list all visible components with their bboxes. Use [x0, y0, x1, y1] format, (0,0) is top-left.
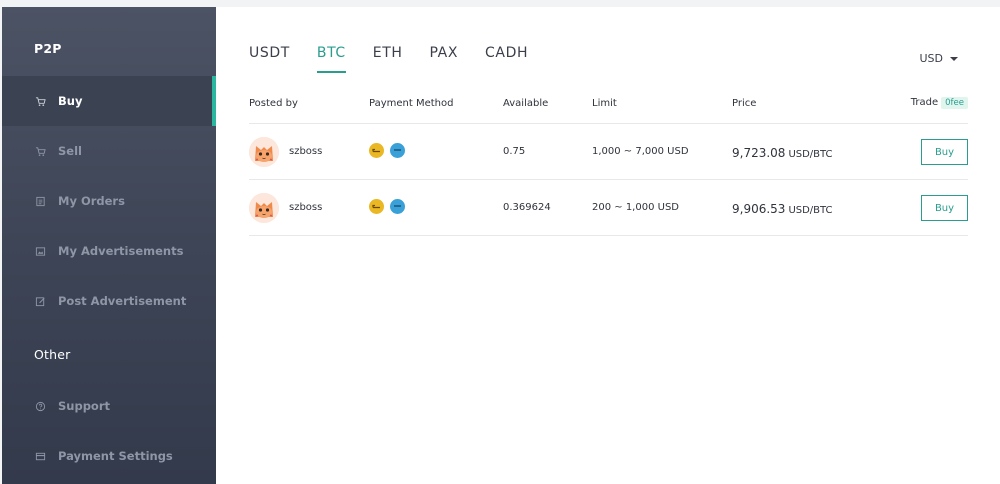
price-value: 9,723.08 — [732, 146, 786, 160]
document-icon — [34, 195, 46, 207]
price: 9,906.53 USD/BTC — [732, 202, 833, 216]
header-payment-method: Payment Method — [369, 98, 454, 109]
edit-icon — [34, 295, 46, 307]
sidebar-item-label: Support — [58, 399, 111, 413]
header-available: Available — [503, 98, 549, 109]
header-trade-label: Trade — [910, 97, 939, 108]
sidebar-item-label: Buy — [58, 94, 83, 108]
bank-transfer-icon — [369, 143, 384, 158]
sidebar-item-post-advertisement[interactable]: Post Advertisement — [2, 276, 216, 326]
limit-range: 200 ~ 1,000 USD — [592, 202, 679, 213]
sidebar-item-my-advertisements[interactable]: My Advertisements — [2, 226, 216, 276]
currency-select[interactable]: USD — [919, 52, 958, 65]
tab-usdt[interactable]: USDT — [249, 45, 290, 73]
payment-methods — [369, 143, 411, 158]
wallet-icon — [390, 199, 405, 214]
header-limit: Limit — [592, 98, 617, 109]
sidebar-item-buy[interactable]: Buy — [2, 76, 216, 126]
card-icon — [34, 450, 46, 462]
tab-btc[interactable]: BTC — [316, 45, 346, 73]
avatar[interactable] — [249, 137, 279, 167]
top-strip — [0, 0, 1000, 7]
sidebar-item-label: Post Advertisement — [58, 294, 187, 308]
price-unit: USD/BTC — [788, 205, 833, 216]
sidebar-item-my-orders[interactable]: My Orders — [2, 176, 216, 226]
header-price: Price — [732, 98, 757, 109]
tab-pax[interactable]: PAX — [430, 45, 459, 73]
sidebar-item-sell[interactable]: Sell — [2, 126, 216, 176]
main-panel: USDT BTC ETH PAX CADH USD Posted by Paym… — [216, 7, 1000, 484]
sidebar-item-payment-settings[interactable]: Payment Settings — [2, 431, 216, 481]
table-row: szboss 0.369624 200 ~ 1,000 USD 9,906.53… — [249, 180, 968, 236]
user-name[interactable]: szboss — [289, 202, 322, 213]
sidebar-section-p2p: P2P — [34, 41, 62, 56]
sidebar-item-label: Payment Settings — [58, 449, 173, 463]
sidebar-item-support[interactable]: Support — [2, 381, 216, 431]
header-trade: Trade 0fee — [911, 97, 968, 109]
cart-icon — [34, 145, 46, 157]
price-unit: USD/BTC — [788, 149, 833, 160]
header-posted-by: Posted by — [249, 98, 298, 109]
sidebar-section-other: Other — [34, 347, 71, 362]
currency-value: USD — [919, 52, 943, 65]
sidebar-item-label: My Advertisements — [58, 244, 184, 258]
avatar[interactable] — [249, 193, 279, 223]
payment-methods — [369, 199, 411, 214]
coin-tabs: USDT BTC ETH PAX CADH — [249, 45, 555, 73]
image-icon — [34, 245, 46, 257]
bank-transfer-icon — [369, 199, 384, 214]
help-icon — [34, 400, 46, 412]
cart-icon — [34, 95, 46, 107]
available-amount: 0.369624 — [503, 202, 551, 213]
table-header: Posted by Payment Method Available Limit… — [249, 93, 968, 124]
tab-cadh[interactable]: CADH — [485, 45, 528, 73]
sidebar: P2P Buy Sell My Orders My Advertisements… — [2, 7, 216, 484]
user-name[interactable]: szboss — [289, 146, 322, 157]
buy-button[interactable]: Buy — [921, 139, 968, 165]
zero-fee-badge: 0fee — [941, 97, 968, 109]
sidebar-item-label: My Orders — [58, 194, 125, 208]
app-root: P2P Buy Sell My Orders My Advertisements… — [0, 0, 1000, 484]
price-value: 9,906.53 — [732, 202, 786, 216]
buy-button[interactable]: Buy — [921, 195, 968, 221]
offers-table: Posted by Payment Method Available Limit… — [249, 93, 968, 236]
wallet-icon — [390, 143, 405, 158]
price: 9,723.08 USD/BTC — [732, 146, 833, 160]
available-amount: 0.75 — [503, 146, 526, 157]
limit-range: 1,000 ~ 7,000 USD — [592, 146, 689, 157]
table-row: szboss 0.75 1,000 ~ 7,000 USD 9,723.08 US… — [249, 124, 968, 180]
caret-down-icon — [950, 56, 958, 61]
sidebar-item-label: Sell — [58, 144, 82, 158]
tab-eth[interactable]: ETH — [373, 45, 403, 73]
